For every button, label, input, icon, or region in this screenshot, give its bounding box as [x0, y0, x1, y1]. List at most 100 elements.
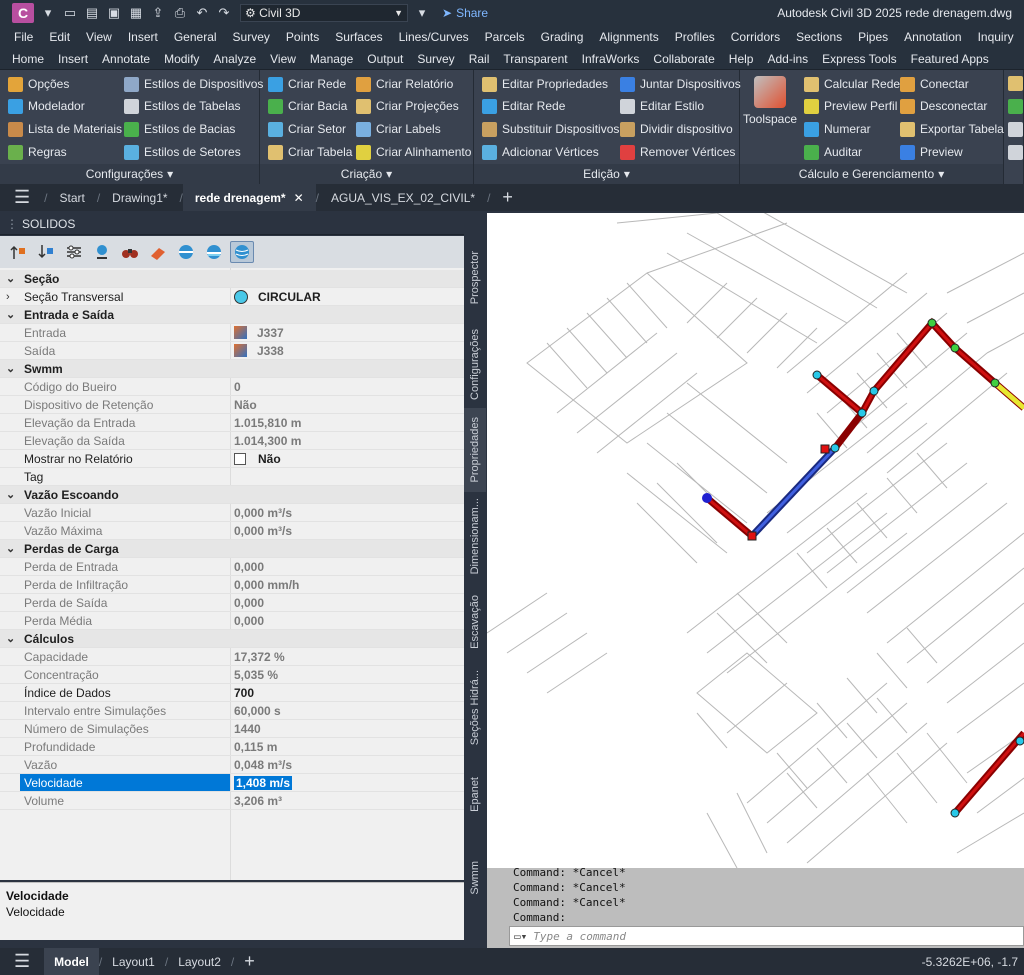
desconectar-button[interactable]: Desconectar — [900, 96, 987, 116]
doc-tab-agua[interactable]: AGUA_VIS_EX_02_CIVIL* — [319, 184, 487, 211]
ribbon-tab-analyze[interactable]: Analyze — [213, 52, 256, 66]
panel-criacao-title[interactable]: Criação ▾ — [260, 164, 473, 184]
auditar-button[interactable]: Auditar — [804, 142, 862, 162]
substituir-dispositivos-button[interactable]: Substituir Dispositivos — [482, 119, 619, 139]
pipe-yellow[interactable] — [993, 381, 1024, 410]
prop-row-velocidade[interactable]: Velocidade 1,408 m/s — [0, 774, 464, 792]
menu-view[interactable]: View — [86, 30, 112, 44]
expand-chevron-icon[interactable]: › — [6, 291, 10, 303]
ribbon-tab-survey[interactable]: Survey — [417, 52, 454, 66]
node-blue[interactable] — [702, 493, 712, 503]
ribbon-tab-annotate[interactable]: Annotate — [102, 52, 150, 66]
ribbon-tab-insert[interactable]: Insert — [58, 52, 88, 66]
overflow-tool-icon[interactable] — [1008, 76, 1023, 91]
category-vazao-escoando[interactable]: ⌄ Vazão Escoando — [0, 486, 464, 504]
new-file-icon[interactable]: ▭ — [62, 5, 78, 21]
pipe-red-core[interactable] — [706, 496, 753, 538]
ribbon-tab-help[interactable]: Help — [729, 52, 754, 66]
ribbon-tab-output[interactable]: Output — [367, 52, 403, 66]
menu-grading[interactable]: Grading — [541, 30, 584, 44]
globe-icon[interactable] — [230, 241, 254, 263]
node-cyan[interactable] — [1015, 736, 1024, 746]
prop-row-tag[interactable]: Tag — [0, 468, 464, 486]
app-menu-button[interactable]: C — [12, 3, 34, 23]
side-tab-swmm[interactable]: Swmm — [464, 838, 486, 918]
prop-row-elevacao-entrada[interactable]: Elevação da Entrada 1.015,810 m — [0, 414, 464, 432]
export-icon[interactable]: ⇪ — [150, 5, 166, 21]
estilos-tabelas-button[interactable]: Estilos de Tabelas — [124, 96, 241, 116]
prop-row-vazao[interactable]: Vazão 0,048 m³/s — [0, 756, 464, 774]
dividir-dispositivo-button[interactable]: Dividir dispositivo — [620, 119, 733, 139]
layout-tab-layout1[interactable]: Layout1 — [102, 948, 165, 975]
side-tab-epanet[interactable]: Epanet — [464, 752, 486, 836]
node-cyan[interactable] — [812, 370, 822, 380]
prop-row-numero-simulacoes[interactable]: Número de Simulações 1440 — [0, 720, 464, 738]
numerar-button[interactable]: Numerar — [804, 119, 871, 139]
ribbon-tab-add-ins[interactable]: Add-ins — [767, 52, 808, 66]
prop-row-vazao-inicial[interactable]: Vazão Inicial 0,000 m³/s — [0, 504, 464, 522]
drawing-canvas[interactable] — [487, 213, 1024, 868]
prop-value[interactable]: Não — [234, 452, 281, 466]
prop-row-elevacao-saida[interactable]: Elevação da Saída 1.014,300 m — [0, 432, 464, 450]
app-menu-chevron-icon[interactable]: ▾ — [40, 5, 56, 21]
pipe-red[interactable] — [832, 410, 865, 451]
layout-tab-model[interactable]: Model — [44, 948, 99, 975]
node-green[interactable] — [927, 318, 937, 328]
estilos-bacias-button[interactable]: Estilos de Bacias — [124, 119, 235, 139]
prop-value[interactable]: 1,408 m/s — [234, 775, 293, 790]
menu-general[interactable]: General — [174, 30, 217, 44]
ribbon-tab-home[interactable]: Home — [12, 52, 44, 66]
category-perdas-carga[interactable]: ⌄ Perdas de Carga — [0, 540, 464, 558]
menu-alignments[interactable]: Alignments — [599, 30, 658, 44]
estilos-dispositivos-button[interactable]: Estilos de Dispositivos — [124, 74, 263, 94]
editar-rede-button[interactable]: Editar Rede — [482, 96, 565, 116]
prop-row-perda-saida[interactable]: Perda de Saída 0,000 — [0, 594, 464, 612]
ribbon-tab-manage[interactable]: Manage — [310, 52, 353, 66]
criar-setor-button[interactable]: Criar Setor — [268, 119, 346, 139]
overflow-tool-icon[interactable] — [1008, 122, 1023, 137]
prop-row-saida[interactable]: Saída J338 — [0, 342, 464, 360]
estilos-setores-button[interactable]: Estilos de Setores — [124, 142, 241, 162]
ribbon-tab-transparent[interactable]: Transparent — [503, 52, 567, 66]
menu-sections[interactable]: Sections — [796, 30, 842, 44]
menu-inquiry[interactable]: Inquiry — [978, 30, 1014, 44]
pipe-red-core[interactable] — [953, 732, 1024, 814]
panel-edicao-title[interactable]: Edição ▾ — [474, 164, 739, 184]
prop-row-concentracao[interactable]: Concentração 5,035 % — [0, 666, 464, 684]
sort-down-icon[interactable] — [34, 241, 58, 263]
ribbon-tab-featured-apps[interactable]: Featured Apps — [911, 52, 989, 66]
binoculars-icon[interactable] — [118, 241, 142, 263]
node-cyan[interactable] — [830, 443, 840, 453]
preview-button[interactable]: Preview — [900, 142, 963, 162]
side-tab-propriedades[interactable]: Propriedades — [464, 408, 486, 492]
doc-tab-rede-drenagem[interactable]: rede drenagem* ✕ — [182, 184, 316, 211]
prop-row-intervalo-simulacoes[interactable]: Intervalo entre Simulações 60,000 s — [0, 702, 464, 720]
category-entrada-saida[interactable]: ⌄ Entrada e Saída — [0, 306, 464, 324]
save-icon[interactable]: ▣ — [106, 5, 122, 21]
eraser-icon[interactable] — [146, 241, 170, 263]
prop-row-perda-media[interactable]: Perda Média 0,000 — [0, 612, 464, 630]
save-as-icon[interactable]: ▦ — [128, 5, 144, 21]
section-view-icon[interactable] — [174, 241, 198, 263]
criar-labels-button[interactable]: Criar Labels — [356, 119, 441, 139]
menu-lines-curves[interactable]: Lines/Curves — [399, 30, 469, 44]
menu-corridors[interactable]: Corridors — [731, 30, 780, 44]
close-icon[interactable]: ✕ — [294, 191, 304, 205]
prop-row-indice-dados[interactable]: Índice de Dados 700 — [0, 684, 464, 702]
toolspace-button[interactable]: Toolspace — [742, 76, 798, 126]
calcular-rede-button[interactable]: Calcular Rede — [804, 74, 900, 94]
prop-row-capacidade[interactable]: Capacidade 17,372 % — [0, 648, 464, 666]
menu-annotation[interactable]: Annotation — [904, 30, 961, 44]
command-input[interactable]: ▭▾ Type a command — [509, 926, 1024, 946]
hamburger-menu-icon[interactable]: ☰ — [0, 184, 44, 211]
editar-estilo-button[interactable]: Editar Estilo — [620, 96, 704, 116]
prop-row-perda-entrada[interactable]: Perda de Entrada 0,000 — [0, 558, 464, 576]
exportar-tabela-button[interactable]: Exportar Tabela — [900, 119, 1004, 139]
pipe-blue-core[interactable] — [750, 446, 837, 538]
menu-survey[interactable]: Survey — [233, 30, 270, 44]
redo-icon[interactable]: ↷ — [216, 5, 232, 21]
ribbon-tab-view[interactable]: View — [270, 52, 296, 66]
ribbon-tab-express-tools[interactable]: Express Tools — [822, 52, 896, 66]
doc-tab-start[interactable]: Start — [47, 184, 96, 211]
conectar-button[interactable]: Conectar — [900, 74, 969, 94]
